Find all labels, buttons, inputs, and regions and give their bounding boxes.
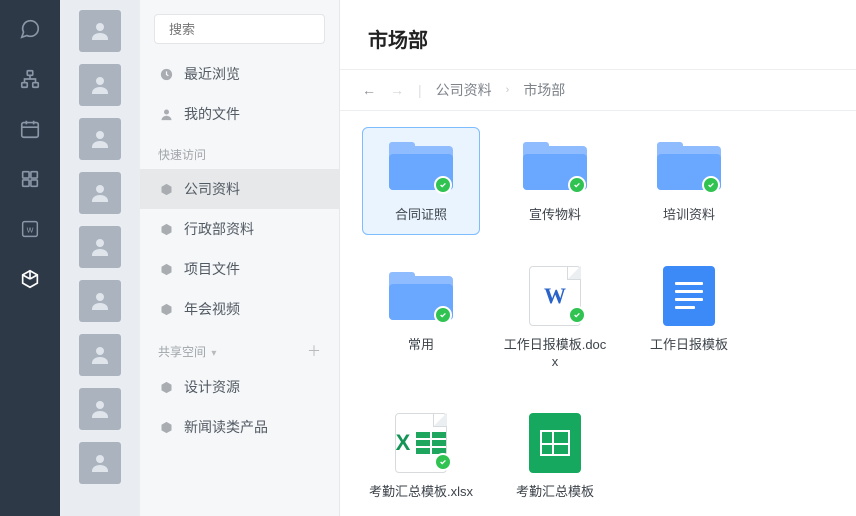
sync-badge-icon: [568, 176, 586, 194]
contact-strip: [60, 0, 140, 516]
clock-icon: [158, 66, 174, 82]
contact-avatar[interactable]: [79, 226, 121, 268]
file-label: 考勤汇总模板: [516, 483, 594, 501]
file-label: 工作日报模板.docx: [503, 336, 607, 371]
file-tile[interactable]: X考勤汇总模板.xlsx: [362, 404, 480, 512]
contact-avatar[interactable]: [79, 64, 121, 106]
add-space-icon[interactable]: ＋: [307, 341, 321, 361]
quick-header: 快速访问: [140, 134, 339, 169]
file-tile[interactable]: 常用: [362, 257, 480, 382]
file-label: 常用: [408, 336, 434, 354]
quick-item-admin[interactable]: 行政部资料: [140, 209, 339, 249]
file-grid: 合同证照 宣传物料 培训资料常用 W工作日报模板.docx 工作日报模板 X考勤汇总模板.…: [340, 111, 856, 511]
contact-avatar[interactable]: [79, 280, 121, 322]
org-icon[interactable]: [19, 68, 41, 90]
sync-badge-icon: [702, 176, 720, 194]
file-tile[interactable]: W工作日报模板.docx: [496, 257, 614, 382]
file-tile[interactable]: 考勤汇总模板: [496, 404, 614, 512]
doc-file-icon: [663, 266, 715, 326]
quick-item-label: 项目文件: [184, 259, 240, 279]
nav-recent[interactable]: 最近浏览: [140, 54, 339, 94]
drive-icon[interactable]: [19, 268, 41, 290]
calendar-icon[interactable]: [19, 118, 41, 140]
shared-item-label: 新闻读类产品: [184, 417, 268, 437]
cube-icon: [158, 221, 174, 237]
contact-avatar[interactable]: [79, 10, 121, 52]
cube-icon: [158, 419, 174, 435]
quick-item-company[interactable]: 公司资料: [140, 169, 339, 209]
file-label: 工作日报模板: [650, 336, 728, 354]
contact-avatar[interactable]: [79, 334, 121, 376]
page-title: 市场部: [340, 0, 856, 69]
sheet-file-icon: [529, 413, 581, 473]
apps-icon[interactable]: [19, 168, 41, 190]
nav-myfiles-label: 我的文件: [184, 104, 240, 124]
quick-item-annual[interactable]: 年会视频: [140, 289, 339, 329]
shared-header: 共享空间 ▾ ＋: [140, 329, 339, 367]
breadcrumb-item[interactable]: 公司资料: [436, 80, 492, 100]
contact-avatar[interactable]: [79, 442, 121, 484]
sidebar: 最近浏览 我的文件 快速访问 公司资料 行政部资料 项目文件 年会视频 共享空间…: [140, 0, 340, 516]
person-icon: [158, 106, 174, 122]
contact-avatar[interactable]: [79, 172, 121, 214]
main-panel: 市场部 ← → | 公司资料 › 市场部 合同证照 宣传物料 培训资料常用 W工作日报…: [340, 0, 856, 516]
docs-icon[interactable]: w: [19, 218, 41, 240]
sync-badge-icon: [434, 306, 452, 324]
nav-recent-label: 最近浏览: [184, 64, 240, 84]
shared-item-design[interactable]: 设计资源: [140, 367, 339, 407]
shared-item-news[interactable]: 新闻读类产品: [140, 407, 339, 447]
contact-avatar[interactable]: [79, 118, 121, 160]
forward-arrow-icon[interactable]: →: [390, 82, 404, 98]
file-tile[interactable]: 合同证照: [362, 127, 480, 235]
cube-icon: [158, 261, 174, 277]
svg-text:w: w: [26, 225, 34, 235]
separator: |: [418, 82, 422, 98]
cube-icon: [158, 181, 174, 197]
file-tile[interactable]: 工作日报模板: [630, 257, 748, 382]
breadcrumb-bar: ← → | 公司资料 › 市场部: [340, 70, 856, 110]
file-label: 合同证照: [395, 206, 447, 224]
file-tile[interactable]: 培训资料: [630, 127, 748, 235]
chat-icon[interactable]: [19, 18, 41, 40]
cube-icon: [158, 379, 174, 395]
contact-avatar[interactable]: [79, 388, 121, 430]
quick-item-project[interactable]: 项目文件: [140, 249, 339, 289]
cube-icon: [158, 301, 174, 317]
quick-item-label: 行政部资料: [184, 219, 254, 239]
sync-badge-icon: [568, 306, 586, 324]
chevron-down-icon[interactable]: ▾: [211, 348, 216, 359]
shared-item-label: 设计资源: [184, 377, 240, 397]
search-input[interactable]: [169, 22, 345, 37]
file-label: 考勤汇总模板.xlsx: [369, 483, 473, 501]
chevron-right-icon: ›: [506, 84, 510, 96]
sync-badge-icon: [434, 176, 452, 194]
quick-item-label: 年会视频: [184, 299, 240, 319]
sync-badge-icon: [434, 453, 452, 471]
file-label: 培训资料: [663, 206, 715, 224]
file-tile[interactable]: 宣传物料: [496, 127, 614, 235]
quick-item-label: 公司资料: [184, 179, 240, 199]
nav-rail: w: [0, 0, 60, 516]
nav-myfiles[interactable]: 我的文件: [140, 94, 339, 134]
search-box[interactable]: [154, 14, 325, 44]
breadcrumb-item[interactable]: 市场部: [523, 80, 565, 100]
file-label: 宣传物料: [529, 206, 581, 224]
back-arrow-icon[interactable]: ←: [362, 82, 376, 98]
